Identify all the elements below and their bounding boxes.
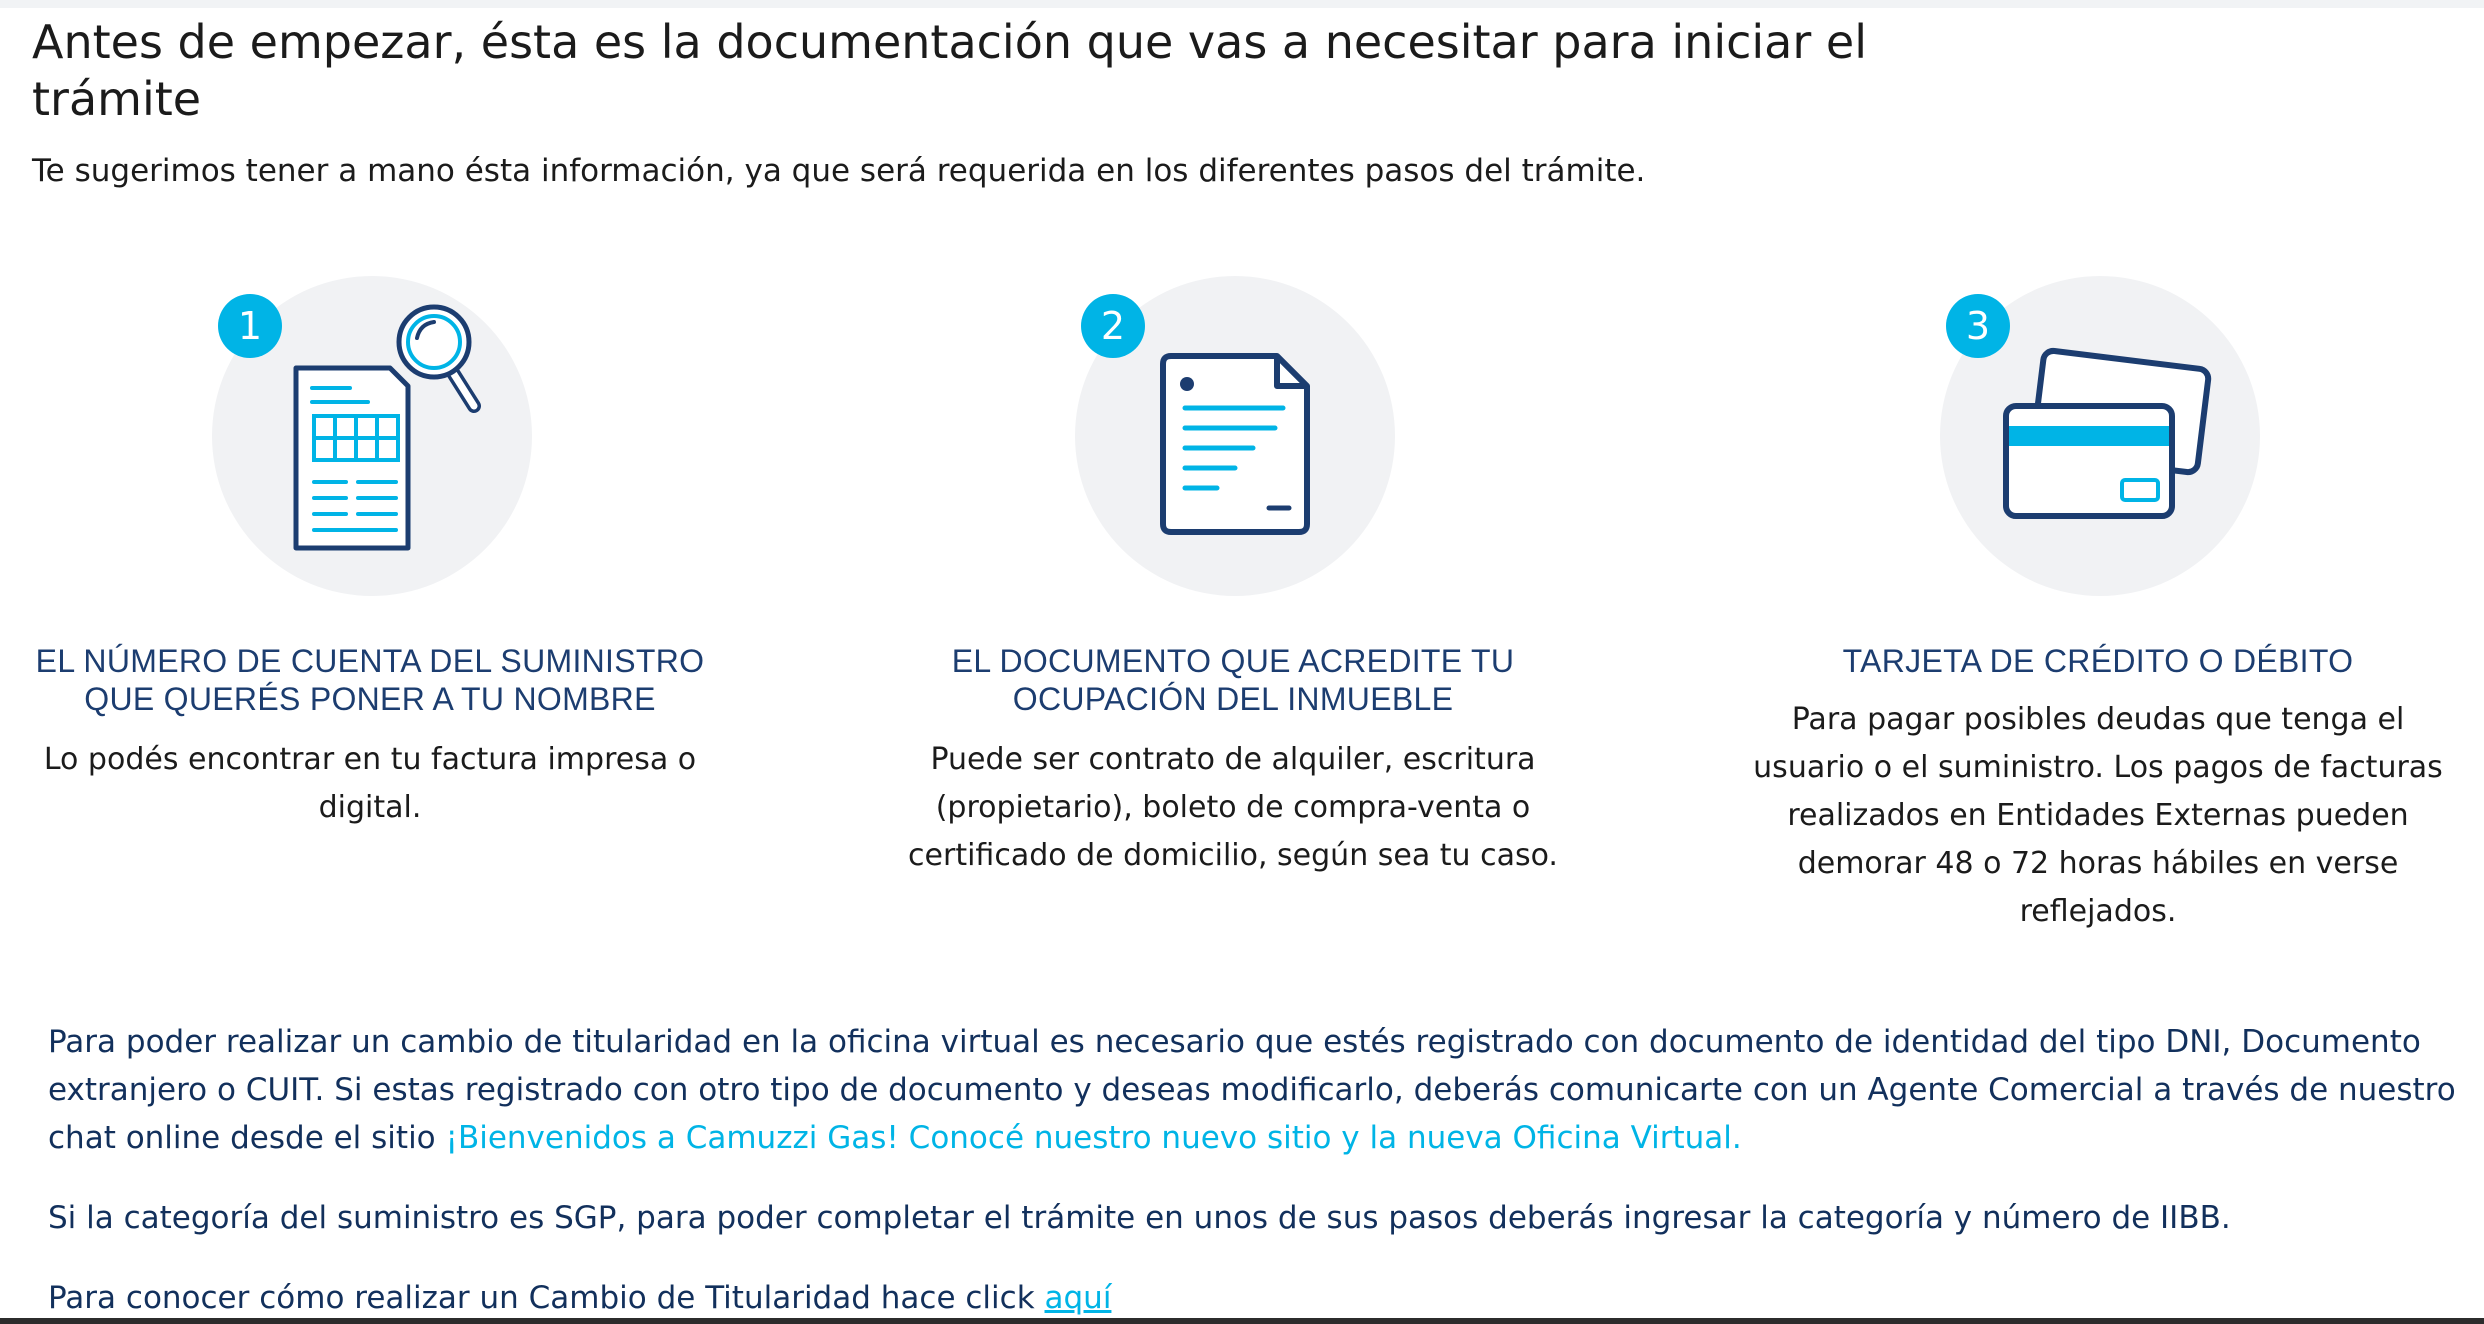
requirement-step-1: 1 EL NÚMERO DE CUENTA DEL SUMINISTRO QUE…: [20, 270, 720, 950]
step-description: Para pagar posibles deudas que tenga el …: [1753, 702, 2443, 929]
top-strip: [0, 0, 2484, 8]
registration-info-paragraph: Para poder realizar un cambio de titular…: [48, 1018, 2468, 1162]
step-description: Puede ser contrato de alquiler, escritur…: [908, 742, 1558, 873]
requirement-step-2: 2 EL DOCUMENTO QUE ACREDITE TU OCUPACIÓN…: [883, 270, 1583, 950]
step-number-badge: 3: [1946, 294, 2010, 358]
bottom-border: [0, 1318, 2484, 1324]
here-link[interactable]: aquí: [1045, 1280, 1112, 1316]
step-heading-line: EL DOCUMENTO QUE ACREDITE TU: [951, 643, 1515, 679]
how-to-text: Para conocer cómo realizar un Cambio de …: [48, 1280, 1045, 1316]
how-to-paragraph: Para conocer cómo realizar un Cambio de …: [48, 1274, 2468, 1322]
page-subtitle: Te sugerimos tener a mano ésta informaci…: [32, 153, 1646, 189]
step-description: Lo podés encontrar en tu factura impresa…: [43, 742, 697, 825]
step-number-badge: 1: [218, 294, 282, 358]
page-title: Antes de empezar, ésta es la documentaci…: [32, 15, 1867, 126]
step-heading-line: QUE QUERÉS PONER A TU NOMBRE: [84, 681, 656, 717]
step-heading-line: TARJETA DE CRÉDITO O DÉBITO: [1842, 643, 2354, 679]
step-number-badge: 2: [1081, 294, 1145, 358]
step-heading: TARJETA DE CRÉDITO O DÉBITO: [1748, 642, 2448, 680]
requirement-step-3: 3 TARJETA DE CRÉDITO O DÉBITO Para pagar…: [1748, 270, 2448, 950]
step-heading: EL DOCUMENTO QUE ACREDITE TU OCUPACIÓN D…: [883, 642, 1583, 718]
step-heading: EL NÚMERO DE CUENTA DEL SUMINISTRO QUE Q…: [20, 642, 720, 718]
sgp-category-info-paragraph: Si la categoría del suministro es SGP, p…: [48, 1200, 2231, 1236]
camuzzi-site-link[interactable]: ¡Bienvenidos a Camuzzi Gas! Conocé nuest…: [446, 1120, 1742, 1156]
step-heading-line: EL NÚMERO DE CUENTA DEL SUMINISTRO: [35, 643, 705, 679]
step-heading-line: OCUPACIÓN DEL INMUEBLE: [1012, 681, 1454, 717]
